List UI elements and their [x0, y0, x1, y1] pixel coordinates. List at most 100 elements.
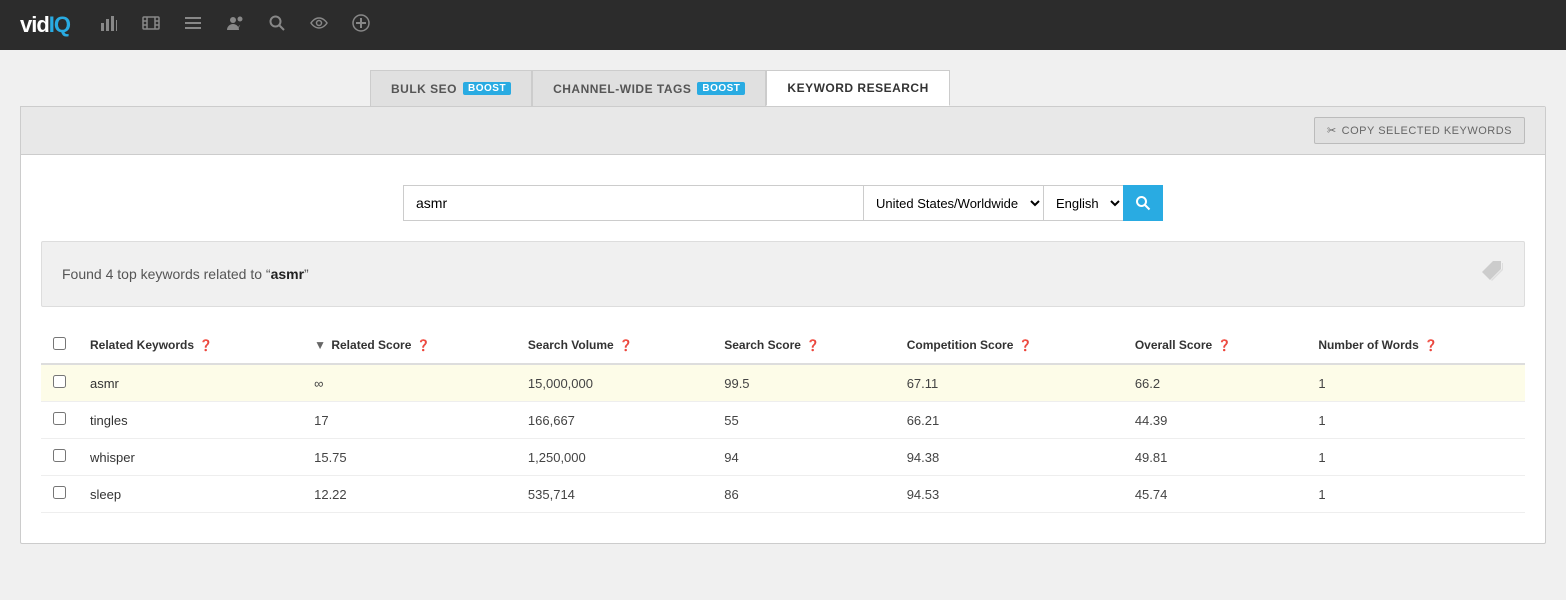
search-button[interactable]: [1123, 185, 1163, 221]
table-row: sleep 12.22 535,714 86 94.53 45.74 1: [41, 476, 1525, 513]
row-num-words: 1: [1306, 402, 1525, 439]
num-words-help-icon[interactable]: ❓: [1424, 340, 1438, 352]
logo-iq: IQ: [49, 12, 70, 37]
bar-chart-icon[interactable]: [100, 14, 118, 37]
tab-channel-tags[interactable]: CHANNEL-WIDE TAGS BOOST: [532, 70, 766, 106]
header-search-score: Search Score ❓: [712, 327, 894, 364]
table-row: whisper 15.75 1,250,000 94 94.38 49.81 1: [41, 439, 1525, 476]
keyword-search-input[interactable]: [403, 185, 863, 221]
row-search-score: 86: [712, 476, 894, 513]
row-competition-score: 94.53: [895, 476, 1123, 513]
tab-keyword-research-label: KEYWORD RESEARCH: [787, 81, 928, 95]
tab-bulk-seo-label: BULK SEO: [391, 82, 457, 96]
results-query: asmr: [271, 266, 304, 282]
row-num-words: 1: [1306, 364, 1525, 402]
tab-bulk-seo[interactable]: BULK SEO BOOST: [370, 70, 532, 106]
results-banner-text: Found 4 top keywords related to “asmr”: [62, 266, 309, 282]
row-checkbox-2[interactable]: [53, 449, 66, 462]
row-related-score: 17: [302, 402, 516, 439]
plus-icon[interactable]: [352, 14, 370, 37]
table-body: asmr ∞ 15,000,000 99.5 67.11 66.2 1 ting…: [41, 364, 1525, 513]
row-search-score: 55: [712, 402, 894, 439]
row-overall-score: 49.81: [1123, 439, 1306, 476]
row-checkbox-cell: [41, 476, 78, 513]
eye-icon[interactable]: [310, 14, 328, 37]
tabs-container: BULK SEO BOOST CHANNEL-WIDE TAGS BOOST K…: [370, 70, 1566, 106]
header-related-score: ▼ Related Score ❓: [302, 327, 516, 364]
row-checkbox-3[interactable]: [53, 486, 66, 499]
search-area: United States/Worldwide English: [21, 155, 1545, 241]
row-search-volume: 1,250,000: [516, 439, 712, 476]
header-num-words: Number of Words ❓: [1306, 327, 1525, 364]
row-checkbox-cell: [41, 439, 78, 476]
keywords-table-wrapper: Related Keywords ❓ ▼ Related Score ❓ Sea…: [21, 327, 1545, 543]
related-keywords-help-icon[interactable]: ❓: [199, 340, 213, 352]
row-search-score: 94: [712, 439, 894, 476]
row-search-volume: 535,714: [516, 476, 712, 513]
row-related-score: 12.22: [302, 476, 516, 513]
header-related-keywords: Related Keywords ❓: [78, 327, 302, 364]
tag-icon: [1480, 260, 1504, 288]
toolbar-row: ✂ COPY SELECTED KEYWORDS: [21, 107, 1545, 155]
search-volume-help-icon[interactable]: ❓: [619, 340, 633, 352]
bulk-seo-boost-badge: BOOST: [463, 82, 511, 95]
copy-selected-keywords-button[interactable]: ✂ COPY SELECTED KEYWORDS: [1314, 117, 1525, 144]
search-button-icon: [1135, 195, 1151, 211]
main-panel: ✂ COPY SELECTED KEYWORDS United States/W…: [20, 106, 1546, 544]
row-num-words: 1: [1306, 476, 1525, 513]
channel-tags-boost-badge: BOOST: [697, 82, 745, 95]
keyword-link-2[interactable]: whisper: [90, 450, 135, 465]
row-competition-score: 67.11: [895, 364, 1123, 402]
row-checkbox-0[interactable]: [53, 375, 66, 388]
row-related-score: 15.75: [302, 439, 516, 476]
row-checkbox-cell: [41, 364, 78, 402]
keywords-table: Related Keywords ❓ ▼ Related Score ❓ Sea…: [41, 327, 1525, 513]
row-num-words: 1: [1306, 439, 1525, 476]
header-competition-score: Competition Score ❓: [895, 327, 1123, 364]
row-checkbox-1[interactable]: [53, 412, 66, 425]
row-keyword: sleep: [78, 476, 302, 513]
search-nav-icon[interactable]: [268, 14, 286, 37]
keyword-link-1[interactable]: tingles: [90, 413, 128, 428]
row-competition-score: 94.38: [895, 439, 1123, 476]
film-icon[interactable]: [142, 14, 160, 37]
logo[interactable]: vidIQ: [20, 12, 70, 38]
table-row: tingles 17 166,667 55 66.21 44.39 1: [41, 402, 1525, 439]
logo-vid: vid: [20, 12, 49, 37]
header-checkbox-col: [41, 327, 78, 364]
search-score-help-icon[interactable]: ❓: [806, 340, 820, 352]
tab-keyword-research[interactable]: KEYWORD RESEARCH: [766, 70, 949, 106]
table-row: asmr ∞ 15,000,000 99.5 67.11 66.2 1: [41, 364, 1525, 402]
region-select[interactable]: United States/Worldwide: [863, 185, 1043, 221]
overall-score-help-icon[interactable]: ❓: [1218, 340, 1232, 352]
header-overall-score: Overall Score ❓: [1123, 327, 1306, 364]
select-all-checkbox[interactable]: [53, 337, 66, 350]
row-competition-score: 66.21: [895, 402, 1123, 439]
nav-icons: [100, 14, 370, 37]
language-select[interactable]: English: [1043, 185, 1123, 221]
row-search-score: 99.5: [712, 364, 894, 402]
row-overall-score: 45.74: [1123, 476, 1306, 513]
users-icon[interactable]: [226, 14, 244, 37]
top-navigation: vidIQ: [0, 0, 1566, 50]
keyword-link-0[interactable]: asmr: [90, 376, 119, 391]
row-overall-score: 44.39: [1123, 402, 1306, 439]
row-keyword: asmr: [78, 364, 302, 402]
main-area: BULK SEO BOOST CHANNEL-WIDE TAGS BOOST K…: [0, 50, 1566, 544]
header-search-volume: Search Volume ❓: [516, 327, 712, 364]
copy-button-label: COPY SELECTED KEYWORDS: [1342, 125, 1512, 137]
row-search-volume: 15,000,000: [516, 364, 712, 402]
related-score-help-icon[interactable]: ❓: [417, 340, 431, 352]
related-score-sort-icon[interactable]: ▼: [314, 338, 326, 352]
table-header: Related Keywords ❓ ▼ Related Score ❓ Sea…: [41, 327, 1525, 364]
row-checkbox-cell: [41, 402, 78, 439]
copy-icon: ✂: [1327, 124, 1337, 137]
list-icon[interactable]: [184, 14, 202, 37]
results-banner: Found 4 top keywords related to “asmr”: [41, 241, 1525, 307]
row-related-score: ∞: [302, 364, 516, 402]
keyword-link-3[interactable]: sleep: [90, 487, 121, 502]
tab-channel-tags-label: CHANNEL-WIDE TAGS: [553, 82, 691, 96]
row-search-volume: 166,667: [516, 402, 712, 439]
competition-score-help-icon[interactable]: ❓: [1019, 340, 1033, 352]
row-keyword: tingles: [78, 402, 302, 439]
